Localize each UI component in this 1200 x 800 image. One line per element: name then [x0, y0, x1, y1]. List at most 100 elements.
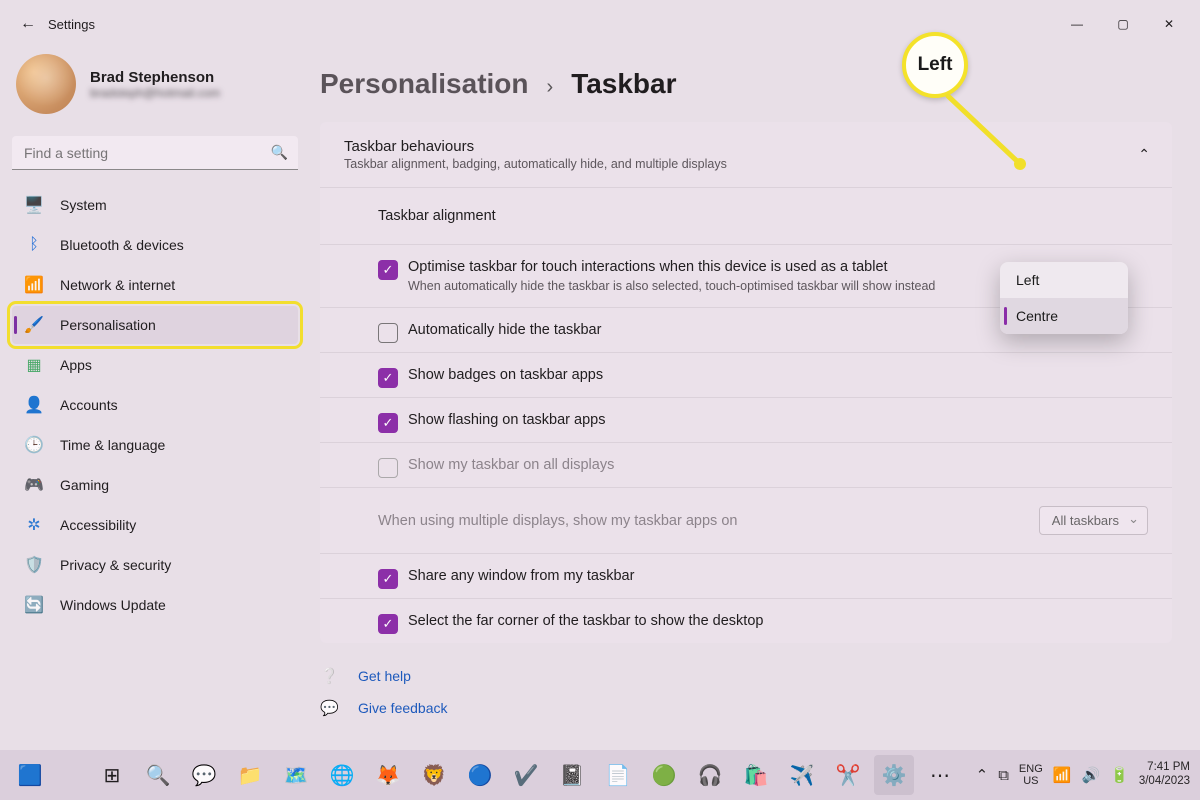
sidebar-item-time-language[interactable]: 🕒Time & language	[12, 426, 298, 464]
sidebar-item-windows-update[interactable]: 🔄 Windows Update	[12, 586, 298, 624]
window-title: Settings	[48, 17, 95, 32]
spotify-icon[interactable]: 🟢	[644, 755, 684, 795]
annotation-callout: Left	[902, 32, 968, 98]
system-tray: ⌃ ⧉ ENGUS 📶 🔊 🔋 7:41 PM3/04/2023	[976, 761, 1190, 789]
explorer-icon[interactable]: 📁	[230, 755, 270, 795]
sidebar-item-bluetooth-devices[interactable]: ᛒBluetooth & devices	[12, 226, 298, 264]
behaviours-card: Taskbar behaviours Taskbar alignment, ba…	[320, 122, 1172, 643]
checkbox[interactable]: ✓	[378, 413, 398, 433]
nav-label: Apps	[60, 357, 92, 373]
checkbox[interactable]: ✓	[378, 614, 398, 634]
language-indicator[interactable]: ENGUS	[1019, 763, 1043, 787]
taskbar-apps: 🟦 ⊞ 🔍 💬 📁 🗺️ 🌐 🦊 🦁 🔵 ✔️ 📓 📄 🟢 🎧 🛍️ ✈️ ✂️…	[10, 755, 960, 795]
feedback-icon: 💬	[320, 699, 340, 717]
firefox-icon[interactable]: 🦊	[368, 755, 408, 795]
sidebar-item-network-internet[interactable]: 📶Network & internet	[12, 266, 298, 304]
row-6: ✓ Share any window from my taskbar	[320, 553, 1172, 598]
card-header[interactable]: Taskbar behaviours Taskbar alignment, ba…	[320, 122, 1172, 187]
give-feedback-link[interactable]: 💬Give feedback	[320, 699, 1172, 717]
start-icon[interactable]: ⊞	[92, 755, 132, 795]
profile-email: bradsteph@hotmail.com	[90, 86, 220, 100]
sidebar: Brad Stephenson bradsteph@hotmail.com 🔍 …	[0, 48, 310, 748]
nav-label: Accounts	[60, 397, 118, 413]
wifi-icon[interactable]: 📶	[1053, 766, 1072, 784]
chrome-icon[interactable]: 🔵	[460, 755, 500, 795]
nav-label: Windows Update	[60, 597, 166, 613]
row-7: ✓ Select the far corner of the taskbar to…	[320, 598, 1172, 643]
profile-name: Brad Stephenson	[90, 69, 220, 86]
telegram-icon[interactable]: ✈️	[782, 755, 822, 795]
alignment-dropdown[interactable]: Left Centre	[1000, 262, 1128, 334]
row-label: Show my taskbar on all displays	[408, 457, 1148, 473]
annotation-arrow	[942, 82, 1042, 182]
checkbox[interactable]: ✓	[378, 368, 398, 388]
nav-icon: 🕒	[24, 435, 44, 455]
todo-icon[interactable]: ✔️	[506, 755, 546, 795]
dropbox-icon[interactable]: ⧉	[998, 767, 1009, 784]
close-button[interactable]: ✕	[1146, 8, 1192, 40]
get-help-link[interactable]: ❔Get help	[320, 667, 1172, 685]
overflow-icon[interactable]: ⋯	[920, 755, 960, 795]
nav-icon: ✲	[24, 515, 44, 535]
row-3: ✓ Show flashing on taskbar apps	[320, 397, 1172, 442]
edge-icon[interactable]: 🌐	[322, 755, 362, 795]
footer-links: ❔Get help 💬Give feedback	[320, 667, 1172, 717]
nav-icon: 🔄	[24, 595, 44, 615]
brave-icon[interactable]: 🦁	[414, 755, 454, 795]
chevron-up-icon: ⌃	[1138, 146, 1150, 163]
row-label: Select the far corner of the taskbar to …	[408, 613, 1148, 629]
sidebar-item-privacy-security[interactable]: 🛡️Privacy & security	[12, 546, 298, 584]
titlebar: ← Settings ― ▢ ✕	[0, 0, 1200, 48]
checkbox[interactable]	[378, 323, 398, 343]
breadcrumb: Personalisation › Taskbar	[320, 68, 1172, 100]
breadcrumb-parent[interactable]: Personalisation	[320, 68, 529, 100]
maximize-button[interactable]: ▢	[1100, 8, 1146, 40]
nav-label: System	[60, 197, 107, 213]
maps-icon[interactable]: 🗺️	[276, 755, 316, 795]
settings-taskbar-icon[interactable]: ⚙️	[874, 755, 914, 795]
nav-icon: 🖌️	[24, 315, 44, 335]
checkbox[interactable]: ✓	[378, 260, 398, 280]
nav-label: Personalisation	[60, 317, 156, 333]
store-icon[interactable]: 🛍️	[736, 755, 776, 795]
sidebar-item-accounts[interactable]: 👤Accounts	[12, 386, 298, 424]
taskbar: 🟦 ⊞ 🔍 💬 📁 🗺️ 🌐 🦊 🦁 🔵 ✔️ 📓 📄 🟢 🎧 🛍️ ✈️ ✂️…	[0, 750, 1200, 800]
chat-icon[interactable]: 💬	[184, 755, 224, 795]
tray-chevron-icon[interactable]: ⌃	[976, 766, 989, 784]
onenote-icon[interactable]: 📓	[552, 755, 592, 795]
profile-block[interactable]: Brad Stephenson bradsteph@hotmail.com	[12, 48, 298, 132]
nav-label: Privacy & security	[60, 557, 171, 573]
nav-icon: 🖥️	[24, 195, 44, 215]
battery-icon[interactable]: 🔋	[1110, 766, 1129, 784]
snip-icon[interactable]: ✂️	[828, 755, 868, 795]
headphones-icon[interactable]: 🎧	[690, 755, 730, 795]
volume-icon[interactable]: 🔊	[1081, 766, 1100, 784]
row-multidisplay-select: When using multiple displays, show my ta…	[320, 487, 1172, 553]
alignment-label: Taskbar alignment	[378, 208, 1148, 224]
chevron-right-icon: ›	[547, 76, 554, 99]
nav-icon: ▦	[24, 355, 44, 375]
row-label: Show flashing on taskbar apps	[408, 412, 1148, 428]
search-taskbar-icon[interactable]: 🔍	[138, 755, 178, 795]
sidebar-item-apps[interactable]: ▦ Apps	[12, 346, 298, 384]
row-label: Share any window from my taskbar	[408, 568, 1148, 584]
widgets-icon[interactable]: 🟦	[10, 755, 50, 795]
sidebar-item-system[interactable]: 🖥️ System	[12, 186, 298, 224]
search-box[interactable]: 🔍	[12, 136, 298, 170]
minimize-button[interactable]: ―	[1054, 8, 1100, 40]
row-label: Show badges on taskbar apps	[408, 367, 1148, 383]
checkbox[interactable]: ✓	[378, 569, 398, 589]
alignment-option-left[interactable]: Left	[1000, 262, 1128, 298]
sidebar-item-personalisation[interactable]: 🖌️ Personalisation	[12, 306, 298, 344]
back-button[interactable]: ←	[8, 15, 48, 33]
search-input[interactable]	[12, 136, 298, 170]
row-4: Show my taskbar on all displays	[320, 442, 1172, 487]
sidebar-item-accessibility[interactable]: ✲Accessibility	[12, 506, 298, 544]
sidebar-item-gaming[interactable]: 🎮Gaming	[12, 466, 298, 504]
row-taskbar-alignment: Taskbar alignment	[320, 187, 1172, 244]
alignment-option-centre[interactable]: Centre	[1000, 298, 1128, 334]
multidisplay-select: All taskbars	[1039, 506, 1148, 535]
clock[interactable]: 7:41 PM3/04/2023	[1139, 761, 1190, 789]
word-icon[interactable]: 📄	[598, 755, 638, 795]
checkbox	[378, 458, 398, 478]
